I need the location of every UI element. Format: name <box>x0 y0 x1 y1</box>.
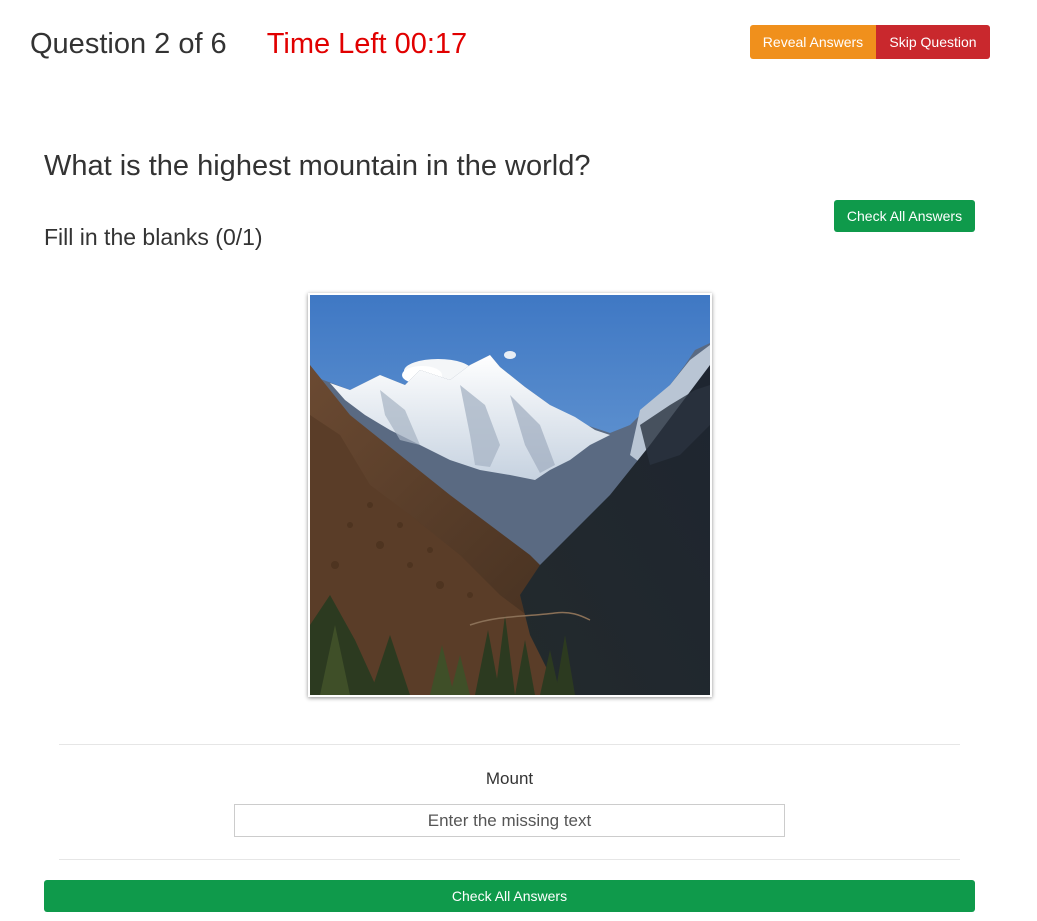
quiz-header: Question 2 of 6 Time Left 00:17 <box>30 28 467 61</box>
countdown-timer: Time Left 00:17 <box>266 28 468 60</box>
check-all-answers-button-bottom[interactable]: Check All Answers <box>44 880 975 912</box>
divider <box>59 744 960 745</box>
missing-text-input[interactable] <box>234 804 785 837</box>
header-actions: Reveal Answers Skip Question <box>750 25 990 59</box>
question-title: What is the highest mountain in the worl… <box>44 150 591 182</box>
blank-prefix-label: Mount <box>485 769 534 788</box>
question-image <box>308 293 712 697</box>
question-counter: Question 2 of 6 <box>30 28 227 60</box>
check-all-answers-button-top[interactable]: Check All Answers <box>834 200 975 232</box>
divider <box>59 859 960 860</box>
question-instruction: Fill in the blanks (0/1) <box>44 224 263 250</box>
reveal-answers-button[interactable]: Reveal Answers <box>750 25 876 59</box>
skip-question-button[interactable]: Skip Question <box>876 25 990 59</box>
mountain-photo <box>310 295 710 695</box>
